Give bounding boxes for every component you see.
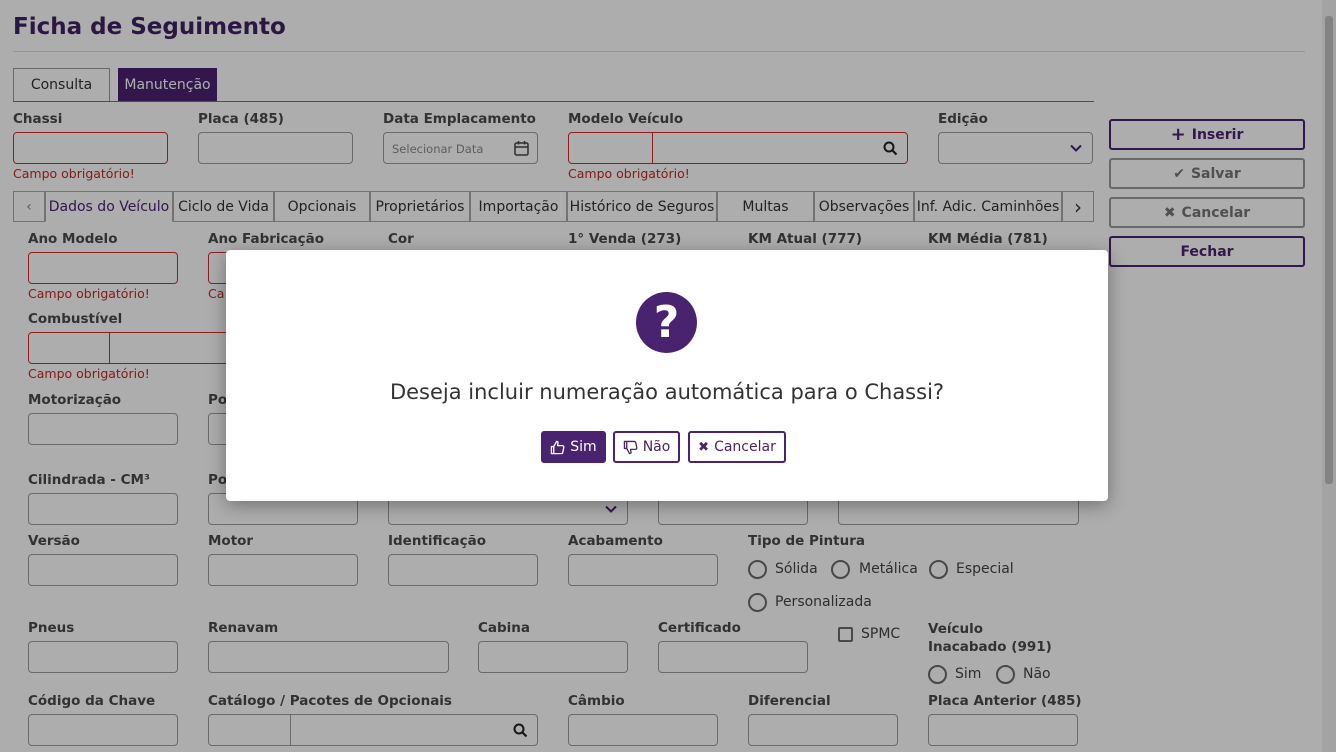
question-icon: ? — [636, 292, 697, 353]
dialog-cancelar-label: Cancelar — [714, 439, 776, 455]
dialog-cancelar-button[interactable]: ✖ Cancelar — [688, 431, 786, 463]
sim-label: Sim — [570, 439, 597, 455]
close-icon: ✖ — [698, 439, 710, 455]
nao-label: Não — [642, 439, 671, 455]
nao-button[interactable]: Não — [613, 431, 680, 463]
sim-button[interactable]: Sim — [541, 431, 606, 463]
confirm-dialog: ? Deseja incluir numeração automática pa… — [226, 250, 1108, 501]
dialog-message: Deseja incluir numeração automática para… — [389, 380, 945, 404]
thumbs-up-icon — [551, 440, 565, 454]
thumbs-down-icon — [623, 440, 638, 454]
